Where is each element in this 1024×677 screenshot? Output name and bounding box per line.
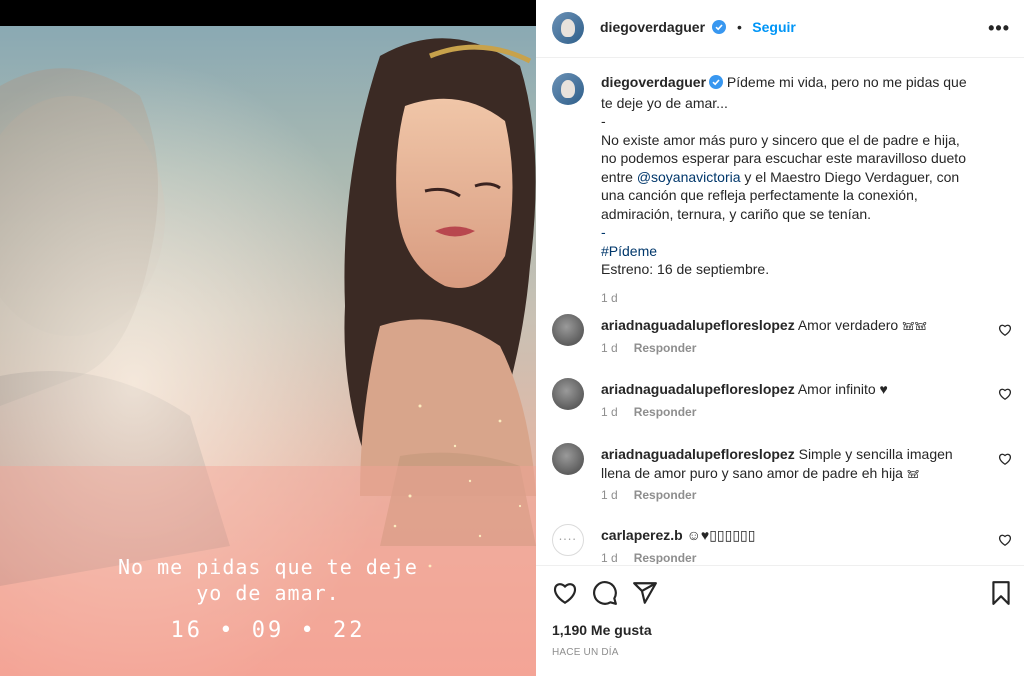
comment-meta: 1 d Responder (601, 341, 696, 355)
post-actions: 1,190 Me gusta HACE UN DÍA (536, 565, 1024, 677)
header-user-row: diegoverdaguer • Seguir (600, 19, 796, 39)
post-caption: diegoverdaguer Pídeme mi vida, pero no m… (552, 73, 1012, 305)
comment-body: Amor infinito ♥ (797, 381, 888, 397)
verified-badge-icon (712, 20, 727, 39)
avatar[interactable]: • • • • (552, 524, 584, 556)
reply-button[interactable]: Responder (634, 341, 697, 355)
more-icon[interactable]: ••• (988, 18, 1010, 39)
comment-text: ariadnaguadalupefloreslopez Amor infinit… (601, 380, 971, 399)
heart-icon[interactable] (998, 533, 1012, 547)
caption-username[interactable]: diegoverdaguer (601, 74, 706, 90)
verified-badge-icon (709, 75, 724, 94)
image-caption-line2: yo de amar. (196, 581, 340, 605)
caption-dash-2: - (601, 224, 606, 240)
heart-icon[interactable] (998, 387, 1012, 401)
likes-count[interactable]: 1,190 Me gusta (552, 622, 652, 638)
comment-meta: 1 d Responder (601, 405, 696, 419)
follow-button[interactable]: Seguir (752, 19, 796, 35)
post-image: No me pidas que te deje yo de amar. 16 •… (0, 26, 536, 676)
reply-button[interactable]: Responder (634, 551, 697, 564)
mention-link[interactable]: @soyanavictoria (637, 169, 741, 185)
heart-icon[interactable] (998, 452, 1012, 466)
share-icon[interactable] (632, 580, 658, 606)
avatar[interactable] (552, 378, 584, 410)
avatar[interactable] (552, 314, 584, 346)
comment-body: ☺♥▯▯▯▯▯▯ (686, 527, 756, 543)
header-username[interactable]: diegoverdaguer (600, 19, 705, 35)
comment-icon[interactable] (592, 580, 618, 606)
comment-text: carlaperez.b ☺♥▯▯▯▯▯▯ (601, 526, 971, 545)
save-icon[interactable] (988, 580, 1014, 606)
comment-text: ariadnaguadalupefloreslopez Simple y sen… (601, 445, 971, 482)
comment-time[interactable]: 1 d (601, 405, 618, 419)
comment-item: ariadnaguadalupefloreslopez Simple y sen… (552, 443, 1012, 509)
comment-time[interactable]: 1 d (601, 551, 618, 564)
comment-time[interactable]: 1 d (601, 488, 618, 502)
comment-body: Amor verdadero 𖠌𖠌 (797, 317, 927, 333)
hashtag-link[interactable]: #Pídeme (601, 243, 657, 259)
comment-item: ariadnaguadalupefloreslopez Amor infinit… (552, 378, 1012, 428)
header-separator: • (736, 19, 742, 35)
avatar[interactable] (552, 73, 584, 105)
comment-item: ariadnaguadalupefloreslopez Amor verdade… (552, 314, 1012, 364)
comment-text: ariadnaguadalupefloreslopez Amor verdade… (601, 316, 971, 335)
caption-text: diegoverdaguer Pídeme mi vida, pero no m… (601, 73, 971, 279)
reply-button[interactable]: Responder (634, 488, 697, 502)
heart-icon[interactable] (998, 323, 1012, 337)
post-header: diegoverdaguer • Seguir ••• (536, 0, 1024, 58)
comment-username[interactable]: ariadnaguadalupefloreslopez (601, 446, 795, 462)
comment-username[interactable]: ariadnaguadalupefloreslopez (601, 381, 795, 397)
comment-username[interactable]: carlaperez.b (601, 527, 683, 543)
comments-scroll-area[interactable]: diegoverdaguer Pídeme mi vida, pero no m… (536, 58, 1024, 564)
avatar[interactable] (552, 443, 584, 475)
post-timestamp[interactable]: HACE UN DÍA (552, 647, 619, 658)
image-caption-line1: No me pidas que te deje (118, 555, 418, 579)
comment-time[interactable]: 1 d (601, 341, 618, 355)
avatar[interactable] (552, 12, 584, 44)
media-top-bar (0, 0, 536, 26)
comment-item: • • • • carlaperez.b ☺♥▯▯▯▯▯▯ 1 d Respond… (552, 524, 1012, 564)
comment-username[interactable]: ariadnaguadalupefloreslopez (601, 317, 795, 333)
image-caption-date: 16 • 09 • 22 (170, 618, 366, 643)
caption-release: Estreno: 16 de septiembre. (601, 261, 770, 277)
post-side-panel: diegoverdaguer • Seguir ••• diegoverdagu… (536, 0, 1024, 676)
heart-icon[interactable] (552, 580, 578, 606)
caption-dash: - (601, 113, 606, 129)
caption-time[interactable]: 1 d (601, 291, 618, 305)
reply-button[interactable]: Responder (634, 405, 697, 419)
comment-meta: 1 d Responder (601, 488, 696, 502)
comment-meta: 1 d Responder (601, 551, 696, 564)
